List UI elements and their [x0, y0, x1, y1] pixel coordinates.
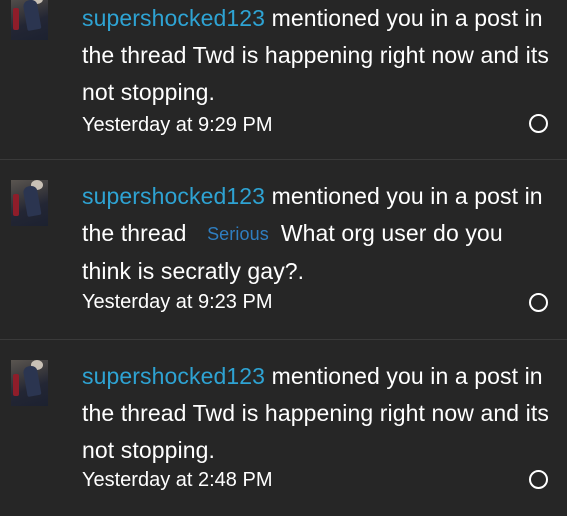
- alert-text: supershocked123 mentioned you in a post …: [82, 0, 557, 111]
- alert-item[interactable]: supershocked123 mentioned you in a post …: [0, 160, 567, 340]
- username-link[interactable]: supershocked123: [82, 5, 265, 31]
- user-avatar[interactable]: [11, 180, 48, 226]
- thread-prefix-badge[interactable]: Serious: [207, 224, 269, 244]
- alert-timestamp: Yesterday at 9:29 PM: [82, 114, 273, 136]
- username-link[interactable]: supershocked123: [82, 183, 265, 209]
- mark-read-circle-icon[interactable]: [529, 293, 548, 312]
- mark-read-circle-icon[interactable]: [529, 114, 548, 133]
- alert-item[interactable]: supershocked123 mentioned you in a post …: [0, 340, 567, 516]
- alert-text: supershocked123 mentioned you in a post …: [82, 178, 557, 290]
- username-link[interactable]: supershocked123: [82, 363, 265, 389]
- alert-item[interactable]: supershocked123 mentioned you in a post …: [0, 0, 567, 160]
- alert-text: supershocked123 mentioned you in a post …: [82, 358, 557, 469]
- user-avatar[interactable]: [11, 360, 48, 406]
- mark-read-circle-icon[interactable]: [529, 470, 548, 489]
- alert-timestamp: Yesterday at 9:23 PM: [82, 291, 273, 313]
- alerts-list: supershocked123 mentioned you in a post …: [0, 0, 567, 516]
- user-avatar[interactable]: [11, 0, 48, 40]
- alert-timestamp: Yesterday at 2:48 PM: [82, 469, 273, 491]
